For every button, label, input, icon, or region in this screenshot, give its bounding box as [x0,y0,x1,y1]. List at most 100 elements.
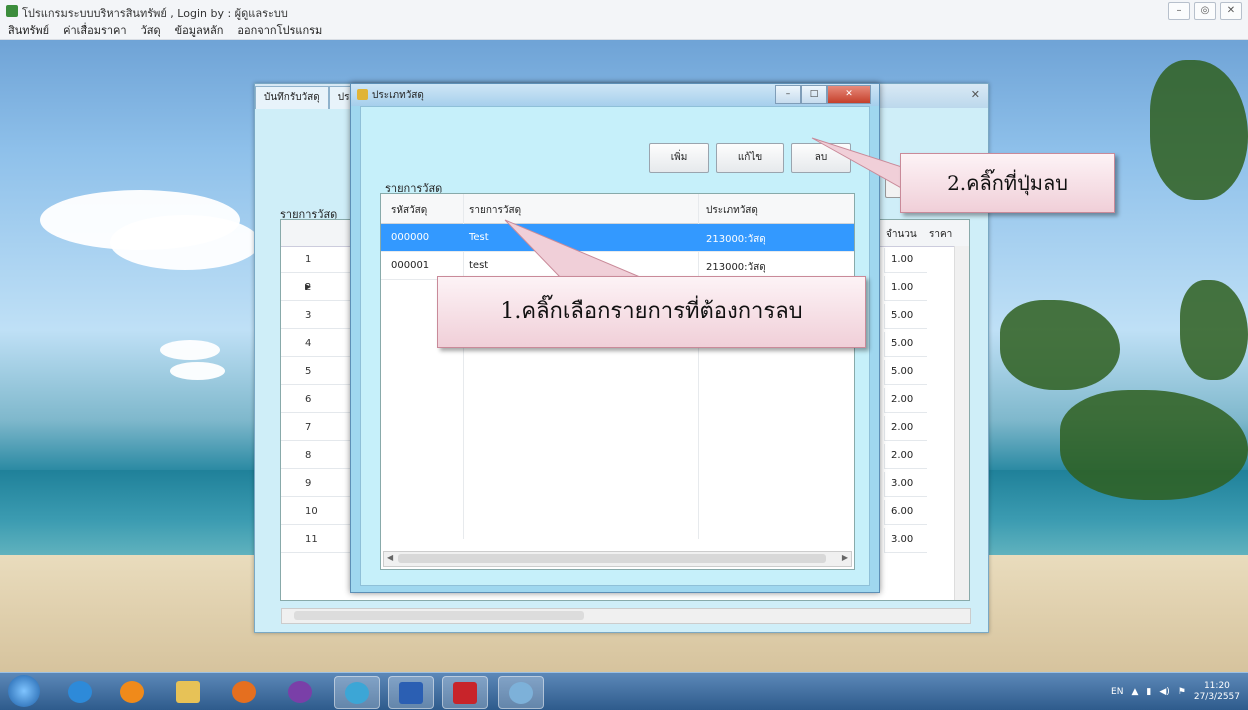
wallpaper-palm [1150,60,1248,200]
menu-exit[interactable]: ออกจากโปรแกรม [237,22,322,39]
callout-step2: 2.คลิ๊กที่ปุ่มลบ [900,153,1115,213]
column-header-price: ราคา [929,229,953,240]
cell-name: test [469,260,489,271]
row-number: 9 [305,478,312,489]
row-number: 3 [305,310,312,321]
taskbar: EN ▲ ▮ ◀) ⚑ 11:20 27/3/2557 [0,672,1248,710]
app-title: โปรแกรมระบบบริหารสินทรัพย์ , Login by : … [22,7,288,20]
row-number: 2 [305,282,312,293]
minimize-icon[interactable]: – [1168,2,1190,20]
cell-type: 213000:วัสดุ [706,234,766,245]
back-qty-cell: 3.00 [884,472,927,497]
taskbar-app[interactable] [334,676,380,709]
row-number: 7 [305,422,312,433]
clock[interactable]: 11:20 27/3/2557 [1194,681,1240,703]
wallpaper-palm [1060,390,1248,500]
column-header-code[interactable]: รหัสวัสดุ [391,203,427,218]
tray-arrow-icon[interactable]: ▲ [1131,687,1138,697]
minimize-icon[interactable]: – [775,85,801,104]
menu-bar: สินทรัพย์ ค่าเสื่อมราคา วัสดุ ข้อมูลหลัก… [0,22,1248,40]
close-icon[interactable]: ✕ [971,88,980,101]
taskbar-messenger[interactable] [278,676,322,707]
dialog-titlebar: ประเภทวัสดุ – □ ✕ [351,84,879,106]
qty-value: 3.00 [891,534,914,545]
add-button[interactable]: เพิ่ม [649,143,709,173]
messenger-icon [288,681,312,703]
close-icon[interactable]: ✕ [1220,2,1242,20]
firefox-icon [232,681,256,703]
callout-step1: 1.คลิ๊กเลือกรายการที่ต้องการลบ [437,276,866,348]
app-icon [6,5,18,17]
taskbar-media[interactable] [110,676,154,707]
clock-time: 11:20 [1203,681,1230,691]
horizontal-scrollbar[interactable] [281,608,971,624]
back-qty-cell: 5.00 [884,332,927,357]
delete-button[interactable]: ลบ [791,143,851,173]
menu-master-data[interactable]: ข้อมูลหลัก [175,22,224,39]
material-data-grid[interactable]: รหัสวัสดุ รายการวัสดุ ประเภทวัสดุ 000000… [380,193,855,570]
dialog-title: ประเภทวัสดุ [372,90,424,101]
back-qty-cell: 1.00 [884,276,927,301]
taskbar-acrobat[interactable] [442,676,488,709]
grid-header: รหัสวัสดุ รายการวัสดุ ประเภทวัสดุ [381,194,854,224]
column-header-name[interactable]: รายการวัสดุ [469,203,521,218]
paint-icon [509,682,533,704]
qty-value: 3.00 [891,478,914,489]
horizontal-scrollbar[interactable]: ◀ ▶ [383,551,852,567]
taskbar-firefox[interactable] [222,676,266,707]
language-indicator[interactable]: EN [1111,687,1123,697]
clock-date: 27/3/2557 [1193,692,1240,702]
folder-icon [176,681,200,703]
row-number: 5 [305,366,312,377]
close-icon[interactable]: ✕ [827,85,871,104]
form-icon [357,89,368,100]
qty-value: 1.00 [891,282,914,293]
qty-value: 2.00 [891,394,914,405]
row-number: 4 [305,338,312,349]
wallpaper-cloud [170,362,225,380]
qty-value: 5.00 [891,310,914,321]
start-button[interactable] [8,675,40,707]
row-number: 11 [305,534,318,545]
ie-icon [68,681,92,703]
row-number: 6 [305,394,312,405]
qty-value: 2.00 [891,450,914,461]
row-number: 8 [305,450,312,461]
app-icon [345,682,369,704]
cell-code: 000000 [391,232,430,243]
taskbar-word[interactable] [388,676,434,709]
maximize-icon[interactable]: □ [801,85,827,104]
window-controls: – ◎ ✕ [1168,2,1242,20]
word-icon [399,682,423,704]
wallpaper-palm [1000,300,1120,390]
taskbar-ie[interactable] [58,676,102,707]
acrobat-icon [453,682,477,704]
scroll-left-icon[interactable]: ◀ [387,553,393,562]
table-row[interactable]: 000000 Test 213000:วัสดุ [381,224,854,252]
qty-value: 5.00 [891,366,914,377]
network-icon[interactable]: ▮ [1146,687,1151,697]
column-header-type[interactable]: ประเภทวัสดุ [706,203,758,218]
taskbar-paint[interactable] [498,676,544,709]
vertical-scrollbar[interactable] [954,246,969,600]
media-player-icon [120,681,144,703]
qty-value: 1.00 [891,254,914,265]
tab-receive-materials[interactable]: บันทึกรับวัสดุ [255,86,329,109]
menu-assets[interactable]: สินทรัพย์ [8,22,49,39]
scroll-right-icon[interactable]: ▶ [842,553,848,562]
scroll-thumb[interactable] [294,611,584,620]
restore-icon[interactable]: ◎ [1194,2,1216,20]
volume-icon[interactable]: ◀) [1159,687,1169,697]
menu-materials[interactable]: วัสดุ [141,22,161,39]
scroll-thumb[interactable] [398,554,826,563]
menu-depreciation[interactable]: ค่าเสื่อมราคา [63,22,127,39]
wallpaper-cloud [160,340,220,360]
row-number: 1 [305,254,312,265]
back-qty-cell: 2.00 [884,388,927,413]
back-qty-cell: 3.00 [884,528,927,553]
cell-code: 000001 [391,260,430,271]
flag-icon[interactable]: ⚑ [1178,687,1186,697]
row-number: 10 [305,506,318,517]
taskbar-explorer[interactable] [166,676,210,707]
edit-button[interactable]: แก้ไข [716,143,784,173]
